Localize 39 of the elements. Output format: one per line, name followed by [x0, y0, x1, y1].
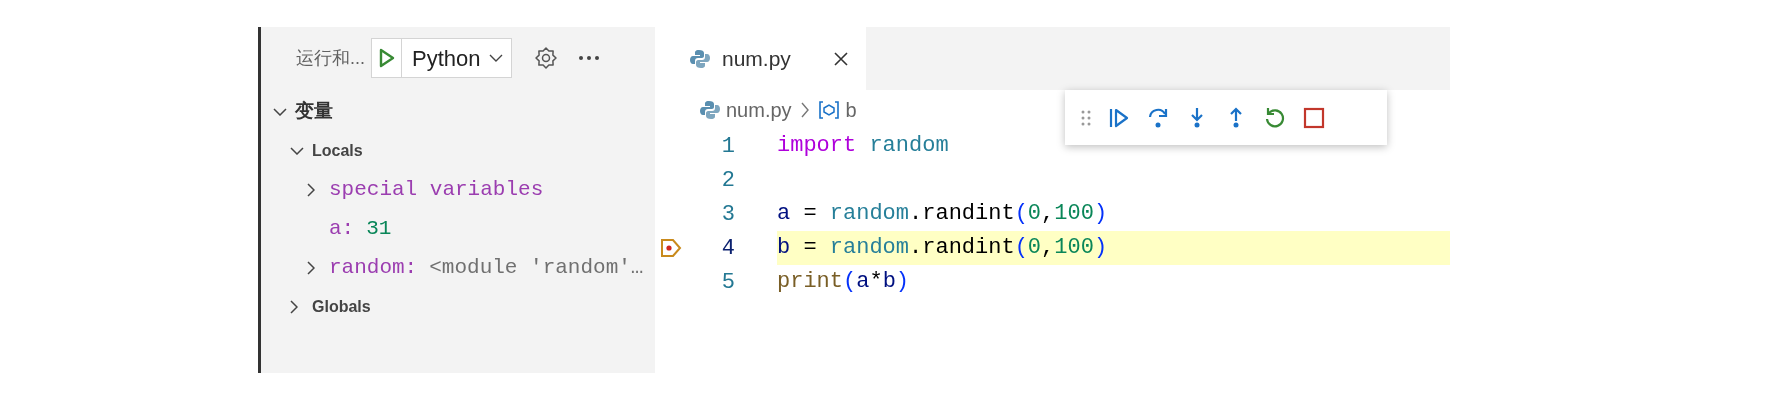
python-icon: [700, 99, 720, 120]
restart-button[interactable]: [1264, 106, 1286, 129]
tree-item[interactable]: special variables: [261, 170, 655, 209]
stop-button[interactable]: [1303, 106, 1325, 129]
tree-item[interactable]: a: 31: [261, 209, 655, 248]
breadcrumb-item[interactable]: b: [817, 94, 857, 125]
continue-icon: [1108, 106, 1130, 129]
code-line: print(a*b): [777, 268, 911, 296]
settings-icon: [533, 46, 558, 70]
tree-item[interactable]: random: <module 'random'…: [261, 248, 655, 287]
line-number: 5: [720, 268, 735, 297]
editor-tab[interactable]: num.py: [655, 27, 866, 90]
drag-handle-icon[interactable]: [1081, 109, 1091, 126]
variable-icon: [817, 100, 840, 119]
python-icon: [690, 48, 710, 69]
code-line: a = random.randint(0,100): [777, 200, 1109, 228]
step-over-icon: [1147, 106, 1169, 129]
tree-item[interactable]: 变量: [261, 92, 655, 131]
close-icon: [832, 50, 849, 67]
line-number: 1: [720, 132, 735, 161]
more-actions-button[interactable]: [577, 55, 600, 61]
tree-item[interactable]: Globals: [261, 287, 655, 326]
caret-icon: [488, 54, 503, 62]
line-number: 4: [720, 234, 735, 263]
line-number: 3: [720, 200, 735, 229]
play-icon: [378, 48, 395, 68]
line-number: 2: [720, 166, 735, 195]
chevron-right-icon: [800, 101, 809, 118]
config-dropdown[interactable]: Python: [402, 39, 511, 77]
step-over-button[interactable]: [1147, 106, 1169, 129]
more-icon: [577, 55, 600, 61]
settings-button[interactable]: [533, 46, 558, 70]
restart-icon: [1264, 106, 1286, 129]
tree-item[interactable]: Locals: [261, 131, 655, 170]
breadcrumb-item[interactable]: num.py: [700, 94, 792, 125]
panel-title: 运行和...: [296, 46, 365, 70]
continue-button[interactable]: [1108, 106, 1130, 129]
stop-icon: [1303, 106, 1325, 129]
code-line: import random: [777, 132, 950, 160]
